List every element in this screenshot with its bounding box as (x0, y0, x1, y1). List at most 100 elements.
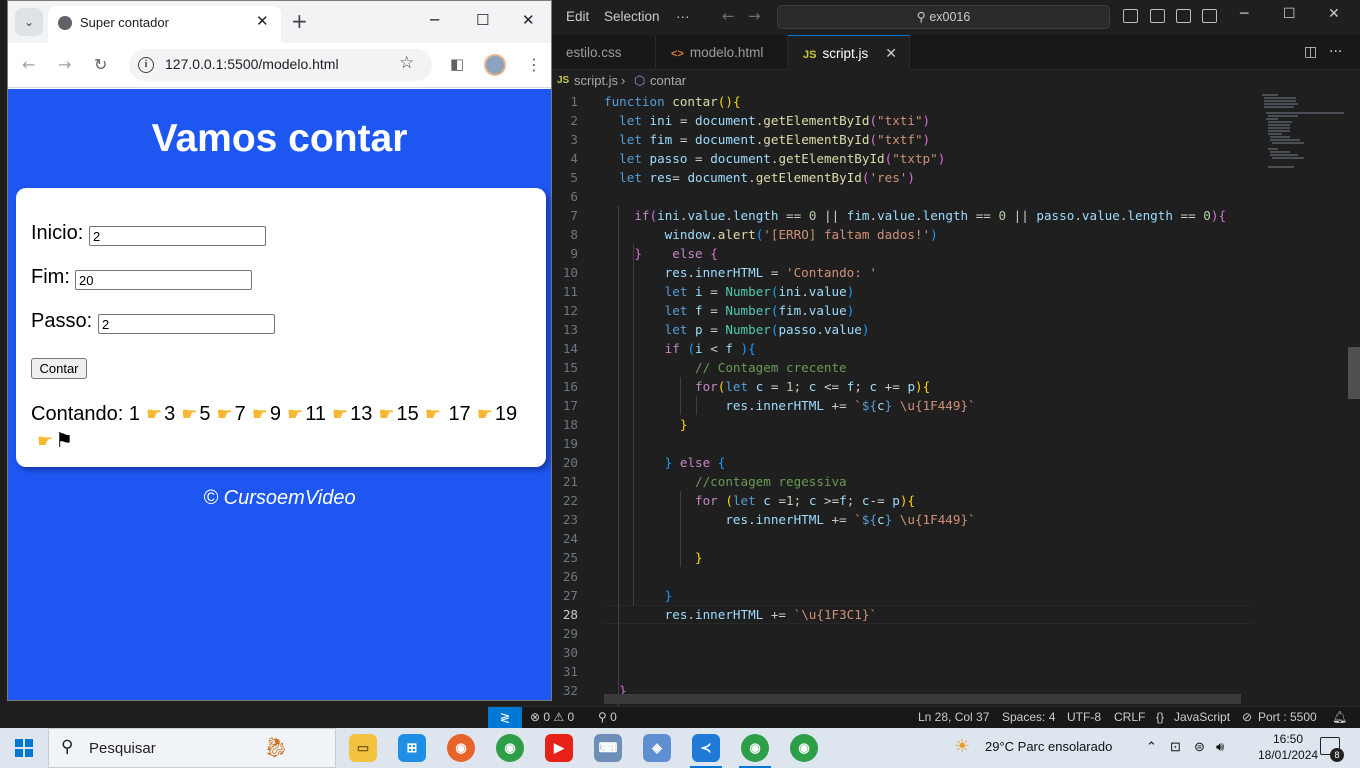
chevron-up-icon[interactable]: ⌃ (1146, 739, 1157, 755)
nav-forward-icon[interactable]: → (748, 7, 761, 25)
back-icon[interactable]: ← (22, 55, 35, 74)
chrome-running-icon[interactable]: ◉ (741, 734, 769, 762)
chrome-icon[interactable]: ◉ (496, 734, 524, 762)
maximize-icon[interactable]: ☐ (476, 11, 489, 29)
taskbar-search[interactable]: ⚲ Pesquisar 🐉︎ (48, 728, 336, 768)
cursor-position[interactable]: Ln 28, Col 37 (918, 707, 989, 728)
customize-layout-icon[interactable] (1202, 9, 1217, 23)
vscode-window: Edit Selection ··· ← → ⚲ ex0016 ─ ☐ ✕ es… (552, 0, 1360, 728)
encoding[interactable]: UTF-8 (1067, 707, 1101, 728)
minimize-icon[interactable]: ─ (430, 11, 439, 29)
forward-icon[interactable]: → (58, 55, 71, 74)
weather-icon[interactable]: ☀ (954, 736, 970, 757)
breadcrumb-symbol[interactable]: contar (650, 71, 686, 91)
inicio-input[interactable] (89, 226, 266, 246)
vertical-scrollbar[interactable] (1348, 347, 1360, 399)
line-number: 16 (562, 379, 578, 394)
browser-toolbar: ← → ↻ i 127.0.0.1:5500/modelo.html ☆ ◧ ⋮ (8, 43, 551, 88)
contar-button[interactable]: Contar (31, 358, 87, 379)
chrome-window: ⌄ Super contador ✕ + ─ ☐ ✕ ← → ↻ i 127.0… (7, 0, 552, 701)
result-number: 1 (128, 403, 140, 425)
nav-back-icon[interactable]: ← (722, 7, 735, 25)
code-line: 8 window.alert('[ERRO] faltam dados!') (552, 225, 1252, 244)
ports-status[interactable]: ⚲ 0 (598, 707, 617, 728)
toggle-panel-icon[interactable] (1150, 9, 1165, 23)
line-number: 2 (570, 113, 578, 128)
volume-icon[interactable]: 🔊︎ (1216, 739, 1224, 755)
result-number: 5 (199, 403, 211, 425)
vscode-icon[interactable]: ≺ (692, 734, 720, 762)
side-panel-icon[interactable]: ◧ (450, 55, 464, 73)
tab-script-js[interactable]: JS script.js ✕ (788, 35, 910, 70)
code-editor[interactable]: 1 function contar(){ 2 let ini = document… (552, 92, 1360, 706)
close-window-icon[interactable]: ✕ (522, 11, 535, 29)
problems-status[interactable]: ⊗ 0 ⚠ 0 (530, 707, 574, 728)
maximize-icon[interactable]: ☐ (1283, 6, 1296, 22)
toggle-secondary-sidebar-icon[interactable] (1176, 9, 1191, 23)
menu-selection[interactable]: Selection (604, 9, 660, 24)
file-explorer-icon[interactable]: ▭ (349, 734, 377, 762)
passo-input[interactable] (98, 314, 275, 334)
new-tab-icon[interactable]: + (291, 9, 308, 33)
line-number: 27 (562, 588, 578, 603)
code-line: 1 function contar(){ (552, 92, 1252, 111)
site-info-icon[interactable]: i (138, 57, 154, 73)
profile-avatar[interactable] (484, 54, 506, 76)
language-mode[interactable]: JavaScript (1174, 707, 1230, 728)
close-tab-icon[interactable]: ✕ (885, 36, 897, 71)
pointing-hand-icon: ☛ (476, 404, 493, 424)
weather-text[interactable]: 29°C Parc ensolarado (985, 739, 1112, 754)
wifi-icon[interactable]: ⊜ (1194, 739, 1205, 755)
firefox-icon[interactable]: ◉ (447, 734, 475, 762)
line-number: 19 (562, 436, 578, 451)
network-app-icon[interactable]: ⌨ (594, 734, 622, 762)
minimap[interactable] (1260, 92, 1348, 172)
windows-start-icon[interactable] (15, 739, 33, 757)
menu-edit[interactable]: Edit (566, 9, 589, 24)
bookmark-star-icon[interactable]: ☆ (399, 53, 414, 73)
menu-dots-icon[interactable]: ⋮ (526, 55, 542, 74)
youtube-icon[interactable]: ▶ (545, 734, 573, 762)
tab-estilo-css[interactable]: estilo.css (552, 35, 656, 70)
minimize-icon[interactable]: ─ (1240, 6, 1248, 22)
network-icon[interactable]: ⊡ (1170, 739, 1181, 755)
close-window-icon[interactable]: ✕ (1328, 6, 1340, 22)
line-ending[interactable]: CRLF (1114, 707, 1145, 728)
result-number: 11 (305, 403, 326, 425)
line-number: 31 (562, 664, 578, 679)
tab-title: Super contador (80, 15, 169, 30)
system-clock[interactable]: 16:50 18/01/2024 (1258, 731, 1318, 763)
split-editor-icon[interactable]: ◫ (1304, 44, 1317, 60)
pointing-hand-icon: ☛ (251, 404, 268, 424)
menu-more[interactable]: ··· (676, 9, 690, 24)
virtualbox-icon[interactable]: ◈ (643, 734, 671, 762)
close-tab-icon[interactable]: ✕ (256, 12, 269, 30)
notifications-bell-icon[interactable]: 🔔︎ (1332, 707, 1347, 728)
reload-icon[interactable]: ↻ (94, 55, 107, 74)
search-highlight-icon: 🐉︎ (263, 737, 289, 759)
toggle-primary-sidebar-icon[interactable] (1123, 9, 1138, 23)
fim-input[interactable] (75, 270, 252, 290)
remote-window-icon[interactable]: ≷ (488, 707, 522, 729)
result-number: 9 (269, 403, 282, 425)
result-number: 7 (234, 403, 246, 425)
microsoft-store-icon[interactable]: ⊞ (398, 734, 426, 762)
indentation[interactable]: Spaces: 4 (1002, 707, 1055, 728)
code-line: 14 if (i < f ){ (552, 339, 1252, 358)
result-number: 3 (164, 403, 176, 425)
breadcrumb-file[interactable]: script.js (574, 71, 618, 91)
code-line: 6 (552, 187, 1252, 206)
more-actions-icon[interactable]: ··· (1329, 44, 1342, 60)
horizontal-scrollbar[interactable] (604, 694, 1241, 704)
command-center-search[interactable]: ⚲ ex0016 (777, 5, 1110, 29)
line-number: 3 (570, 132, 578, 147)
chrome-profile-icon[interactable]: ◉ (790, 734, 818, 762)
tab-search-chevron-icon[interactable]: ⌄ (15, 8, 43, 36)
line-number: 14 (562, 341, 578, 356)
browser-tab[interactable]: Super contador ✕ (48, 6, 281, 43)
address-bar[interactable]: i 127.0.0.1:5500/modelo.html ☆ (129, 49, 432, 81)
tab-modelo-html[interactable]: <> modelo.html (656, 35, 788, 70)
notification-count-badge: 8 (1330, 748, 1344, 762)
live-server-port[interactable]: Port : 5500 (1258, 707, 1317, 728)
result-number: 15 (396, 403, 419, 425)
